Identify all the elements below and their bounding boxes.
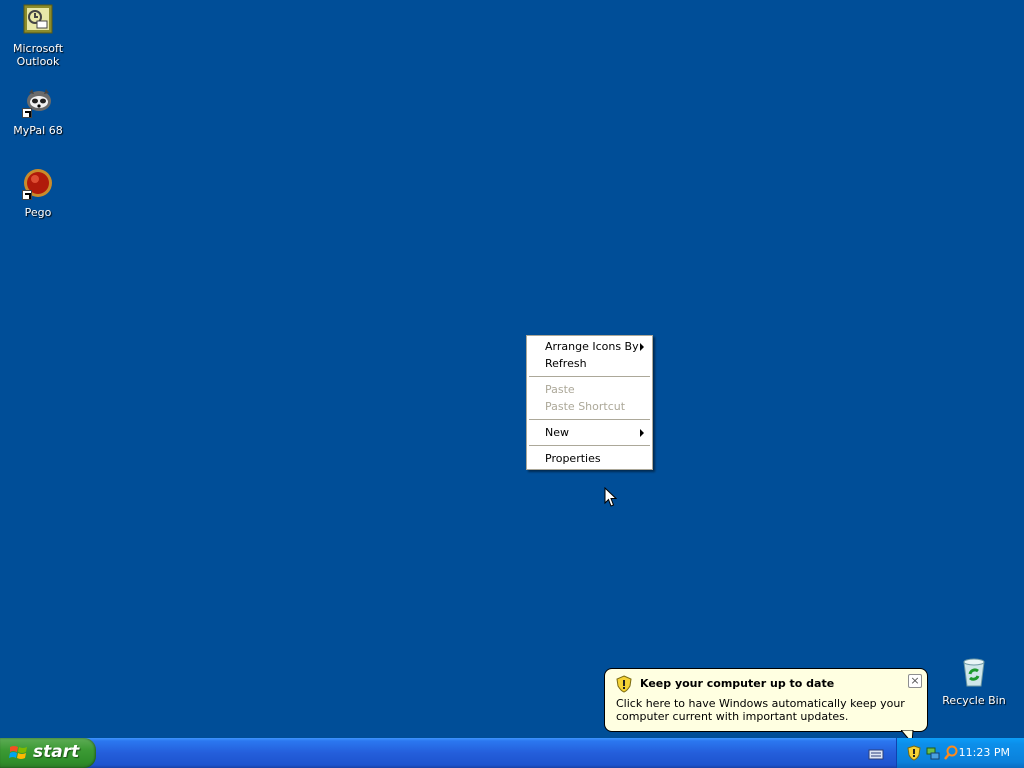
outlook-icon bbox=[22, 4, 54, 36]
shortcut-arrow-icon bbox=[22, 108, 32, 118]
mypal-icon bbox=[22, 86, 54, 118]
menu-separator bbox=[529, 376, 650, 377]
desktop-icon-pego[interactable]: Pego bbox=[0, 168, 76, 219]
menu-separator bbox=[529, 445, 650, 446]
system-tray: 11:23 PM bbox=[896, 738, 1024, 768]
security-shield-icon bbox=[616, 675, 632, 696]
windows-logo-icon bbox=[9, 744, 29, 766]
security-shield-icon[interactable] bbox=[907, 745, 921, 765]
network-icon[interactable] bbox=[925, 745, 941, 765]
clock[interactable]: 11:23 PM bbox=[959, 746, 1010, 759]
recycle-bin-icon bbox=[958, 656, 990, 688]
desktop-icon-mypal[interactable]: MyPal 68 bbox=[0, 86, 76, 137]
menu-item-new[interactable]: New bbox=[527, 424, 652, 441]
menu-item-label: New bbox=[545, 426, 569, 439]
desktop-icon-outlook[interactable]: Microsoft Outlook bbox=[0, 4, 76, 68]
menu-item-label: Properties bbox=[545, 452, 601, 465]
search-icon[interactable] bbox=[943, 745, 959, 765]
shortcut-arrow-icon bbox=[22, 190, 32, 200]
menu-item-properties[interactable]: Properties bbox=[527, 450, 652, 467]
desktop-icon-label: MyPal 68 bbox=[13, 124, 63, 137]
desktop-icon-label: Recycle Bin bbox=[942, 694, 1006, 707]
desktop-context-menu: Arrange Icons By Refresh Paste Paste Sho… bbox=[526, 335, 653, 470]
menu-separator bbox=[529, 419, 650, 420]
start-button[interactable]: start bbox=[0, 738, 96, 768]
menu-item-label: Paste Shortcut bbox=[545, 400, 626, 413]
balloon-body: Click here to have Windows automatically… bbox=[616, 697, 905, 723]
menu-item-label: Arrange Icons By bbox=[545, 340, 639, 353]
desktop-icon-recycle-bin[interactable]: Recycle Bin bbox=[936, 656, 1012, 707]
pego-icon bbox=[22, 168, 54, 200]
menu-item-label: Refresh bbox=[545, 357, 587, 370]
submenu-arrow-icon bbox=[640, 429, 644, 437]
start-label: start bbox=[33, 742, 80, 762]
balloon-close-button[interactable]: × bbox=[908, 674, 922, 688]
mouse-cursor-icon bbox=[604, 486, 618, 512]
menu-item-refresh[interactable]: Refresh bbox=[527, 355, 652, 372]
desktop-icon-label: Pego bbox=[24, 206, 52, 219]
submenu-arrow-icon bbox=[640, 343, 644, 351]
menu-item-arrange-icons-by[interactable]: Arrange Icons By bbox=[527, 338, 652, 355]
menu-item-label: Paste bbox=[545, 383, 575, 396]
update-notification-balloon[interactable]: Keep your computer up to date Click here… bbox=[604, 668, 928, 732]
menu-item-paste-shortcut: Paste Shortcut bbox=[527, 398, 652, 415]
desktop-icon-label: Microsoft Outlook bbox=[12, 42, 64, 68]
desktop[interactable]: Microsoft Outlook MyPal 68 Pego Recycle … bbox=[0, 0, 1024, 744]
menu-item-paste: Paste bbox=[527, 381, 652, 398]
balloon-title: Keep your computer up to date bbox=[640, 677, 835, 690]
keyboard-icon[interactable] bbox=[868, 746, 884, 765]
